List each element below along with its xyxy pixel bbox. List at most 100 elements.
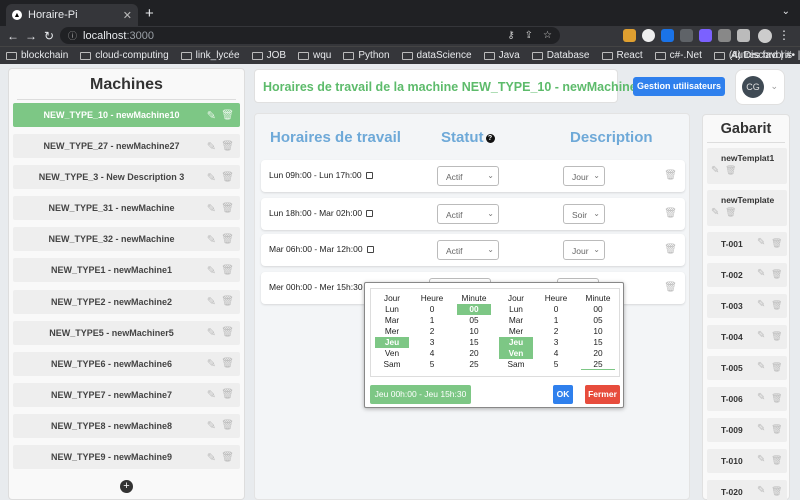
- picker-option[interactable]: 5: [539, 359, 573, 370]
- template-item[interactable]: T-005 ✎ 🗑: [707, 356, 787, 380]
- trash-icon[interactable]: 🗑: [771, 424, 782, 435]
- picker-option[interactable]: Lun: [375, 304, 409, 315]
- trash-icon[interactable]: 🗑: [771, 455, 782, 466]
- trash-icon[interactable]: 🗑: [771, 269, 782, 280]
- picker-option[interactable]: 2: [415, 326, 449, 337]
- picker-option[interactable]: 3: [539, 337, 573, 348]
- bookmark-item[interactable]: cloud-computing: [80, 50, 169, 61]
- template-item[interactable]: T-004 ✎ 🗑: [707, 325, 787, 349]
- picker-option[interactable]: Sam: [499, 359, 533, 370]
- machine-item[interactable]: NEW_TYPE7 - newMachine7 ✎ 🗑: [13, 382, 240, 407]
- schedule-range[interactable]: Mer 00h:00 - Mer 15h:30: [269, 282, 374, 292]
- trash-icon[interactable]: 🗑: [221, 327, 234, 338]
- edit-icon[interactable]: ✎: [207, 295, 216, 308]
- picker-option[interactable]: Jeu: [499, 337, 533, 348]
- trash-icon[interactable]: 🗑: [221, 265, 234, 276]
- edit-icon[interactable]: ✎: [757, 423, 765, 434]
- tab-list-chevron-icon[interactable]: ⌄: [782, 6, 790, 17]
- description-select[interactable]: Jour ⌄: [563, 240, 605, 260]
- machine-item[interactable]: NEW_TYPE6 - newMachine6 ✎ 🗑: [13, 351, 240, 376]
- bookmark-item[interactable]: React: [601, 50, 643, 61]
- picker-option[interactable]: Ven: [375, 348, 409, 359]
- edit-icon[interactable]: ✎: [711, 207, 719, 218]
- machine-item[interactable]: NEW_TYPE5 - newMachiner5 ✎ 🗑: [13, 320, 240, 345]
- trash-icon[interactable]: 🗑: [221, 110, 234, 121]
- picker-option[interactable]: 4: [415, 348, 449, 359]
- edit-icon[interactable]: ✎: [207, 419, 216, 432]
- extension-cookie-icon[interactable]: [623, 29, 636, 42]
- edit-icon[interactable]: ✎: [711, 165, 719, 176]
- picker-option[interactable]: Mar: [499, 315, 533, 326]
- edit-icon[interactable]: ✎: [757, 237, 765, 248]
- picker-option[interactable]: 1: [415, 315, 449, 326]
- edit-icon[interactable]: ✎: [757, 485, 765, 496]
- schedule-range[interactable]: Mar 06h:00 - Mar 12h:00: [269, 244, 374, 254]
- picker-option[interactable]: 5: [415, 359, 449, 370]
- trash-icon[interactable]: 🗑: [771, 331, 782, 342]
- extension-box-icon[interactable]: [680, 29, 693, 42]
- user-menu[interactable]: CG ⌄: [735, 69, 785, 105]
- address-bar[interactable]: ⓘ localhost:3000 ⚷ ⇪ ☆: [60, 27, 560, 44]
- picker-option[interactable]: Ven: [499, 348, 533, 359]
- ok-button[interactable]: OK: [553, 385, 573, 404]
- trash-icon[interactable]: 🗑: [771, 486, 782, 497]
- bookmark-item[interactable]: wqu: [298, 50, 331, 61]
- template-item[interactable]: T-020 ✎ 🗑: [707, 480, 787, 500]
- trash-icon[interactable]: 🗑: [771, 238, 782, 249]
- key-icon[interactable]: ⚷: [507, 30, 514, 41]
- trash-icon[interactable]: 🗑: [725, 207, 736, 218]
- description-select[interactable]: Jour ⌄: [563, 166, 605, 186]
- back-icon[interactable]: ←: [4, 29, 22, 43]
- share-icon[interactable]: ⇪: [525, 30, 533, 41]
- edit-icon[interactable]: ✎: [207, 451, 216, 464]
- bookmark-item[interactable]: JOB: [251, 50, 286, 61]
- trash-icon[interactable]: 🗑: [221, 234, 234, 245]
- machine-item[interactable]: NEW_TYPE_31 - newMachine ✎ 🗑: [13, 196, 240, 221]
- picker-option[interactable]: 4: [539, 348, 573, 359]
- trash-icon[interactable]: 🗑: [221, 389, 234, 400]
- bookmark-star-icon[interactable]: ☆: [543, 30, 552, 41]
- template-item[interactable]: newTemplate ✎ 🗑: [707, 190, 787, 226]
- edit-icon[interactable]: ✎: [207, 326, 216, 339]
- edit-icon[interactable]: ✎: [207, 388, 216, 401]
- add-machine-button[interactable]: +: [120, 480, 133, 493]
- picker-option[interactable]: 1: [539, 315, 573, 326]
- picker-option[interactable]: Mer: [375, 326, 409, 337]
- machine-item[interactable]: NEW_TYPE_3 - New Description 3 ✎ 🗑: [13, 165, 240, 190]
- trash-icon[interactable]: 🗑: [221, 141, 234, 152]
- edit-icon[interactable]: ✎: [207, 140, 216, 153]
- edit-icon[interactable]: ✎: [207, 109, 216, 122]
- machine-item[interactable]: NEW_TYPE_32 - newMachine ✎ 🗑: [13, 227, 240, 252]
- extension-feather-icon[interactable]: [642, 29, 655, 42]
- info-icon[interactable]: ⓘ: [68, 29, 77, 42]
- picker-option[interactable]: 10: [457, 326, 491, 337]
- statut-select[interactable]: Actif ⌄: [437, 204, 499, 224]
- picker-option[interactable]: 2: [539, 326, 573, 337]
- gestion-utilisateurs-button[interactable]: Gestion utilisateurs: [633, 77, 725, 96]
- edit-icon[interactable]: ✎: [207, 171, 216, 184]
- extension-grid-icon[interactable]: [699, 29, 712, 42]
- edit-icon[interactable]: ✎: [757, 299, 765, 310]
- fermer-button[interactable]: Fermer: [585, 385, 620, 404]
- edit-icon[interactable]: ✎: [757, 330, 765, 341]
- statut-select[interactable]: Actif ⌄: [437, 240, 499, 260]
- picker-option[interactable]: Jeu: [375, 337, 409, 348]
- trash-icon[interactable]: 🗑: [771, 393, 782, 404]
- picker-option[interactable]: 10: [581, 326, 615, 337]
- picker-option[interactable]: 25: [457, 359, 491, 370]
- trash-icon[interactable]: 🗑: [221, 172, 234, 183]
- picker-option[interactable]: 15: [581, 337, 615, 348]
- picker-option[interactable]: 05: [581, 315, 615, 326]
- trash-icon[interactable]: 🗑: [221, 296, 234, 307]
- trash-icon[interactable]: 🗑: [221, 452, 234, 463]
- edit-icon[interactable]: ✎: [757, 268, 765, 279]
- picker-option[interactable]: 00: [457, 304, 491, 315]
- trash-icon[interactable]: 🗑: [221, 203, 234, 214]
- picker-option[interactable]: 00: [581, 304, 615, 315]
- bookmark-item[interactable]: Python: [343, 50, 390, 61]
- edit-icon[interactable]: ✎: [207, 233, 216, 246]
- template-item[interactable]: T-003 ✎ 🗑: [707, 294, 787, 318]
- profile-avatar[interactable]: [758, 29, 772, 43]
- help-icon[interactable]: ?: [485, 133, 495, 143]
- picker-option[interactable]: Mer: [499, 326, 533, 337]
